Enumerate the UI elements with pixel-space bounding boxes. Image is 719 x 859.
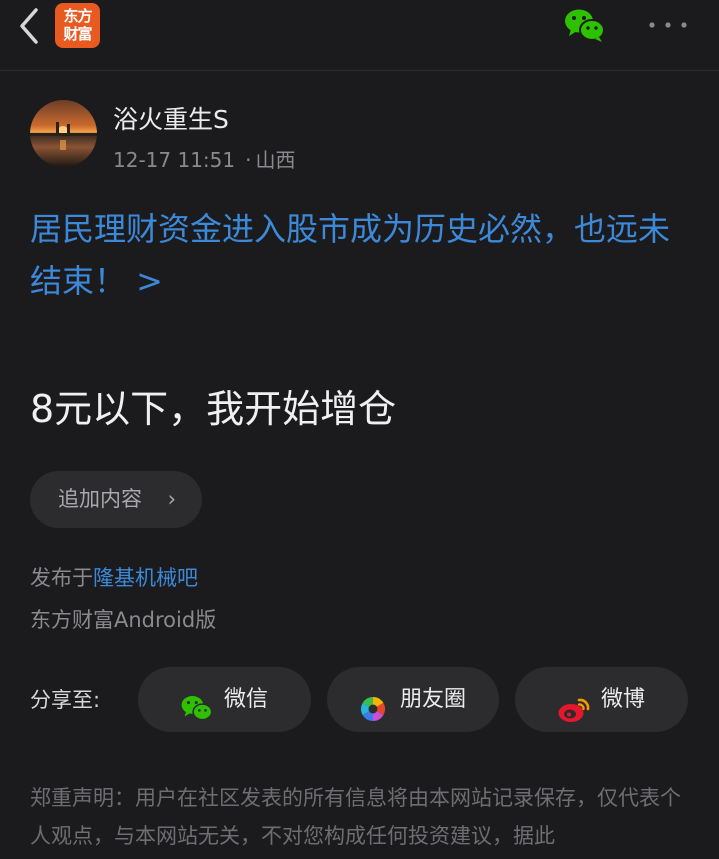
share-weibo-label: 微博 [601,687,646,712]
wechat-icon [180,684,214,749]
eastmoney-logo: 东方 财富 [55,3,100,48]
share-moments-button[interactable]: 朋友圈 [327,667,499,732]
chevron-right-icon: › [167,487,176,511]
logo-line-1: 东方 [63,7,92,25]
share-weibo-button[interactable]: 微博 [515,667,688,732]
more-options-button[interactable] [646,14,690,36]
disclaimer-text: 郑重声明：用户在社区发表的所有信息将由本网站记录保存，仅代表个人观点，与本网站无… [30,786,681,848]
avatar[interactable] [30,100,97,167]
weibo-icon [557,685,591,750]
post-body-text: 8元以下，我开始增仓 [30,387,397,431]
wechat-icon [565,9,605,42]
share-label: 分享至: [30,688,101,712]
share-moments-label: 朋友圈 [400,687,467,712]
more-dots-icon [649,22,687,28]
author-name[interactable]: 浴火重生S [113,100,229,136]
chevron-left-icon [20,8,38,44]
forum-bar-link[interactable]: 隆基机械吧 [93,566,198,590]
share-wechat-button[interactable]: 微信 [138,667,311,732]
back-button[interactable] [14,6,44,46]
share-wechat-label: 微信 [224,687,269,712]
client-source: 东方财富Android版 [30,608,217,632]
post-timestamp: 12-17 11:51 [113,148,236,172]
post-location: 山西 [255,148,296,172]
wechat-share-top-button[interactable] [563,6,607,44]
post-meta: 12-17 11:51 · 山西 [113,144,295,173]
meta-separator: · [245,148,252,172]
post-headline-link[interactable]: 居民理财资金进入股市成为历史必然，也远未结束！ > [30,203,695,307]
logo-line-2: 财富 [63,25,92,43]
moments-icon [359,684,387,749]
sunset-avatar-image [30,122,97,150]
top-navigation-bar: 东方 财富 [0,0,719,71]
append-content-label: 追加内容 [58,487,142,511]
published-in: 发布于隆基机械吧 [30,562,198,592]
append-content-button[interactable]: 追加内容 › [30,471,202,528]
published-prefix: 发布于 [30,566,93,590]
